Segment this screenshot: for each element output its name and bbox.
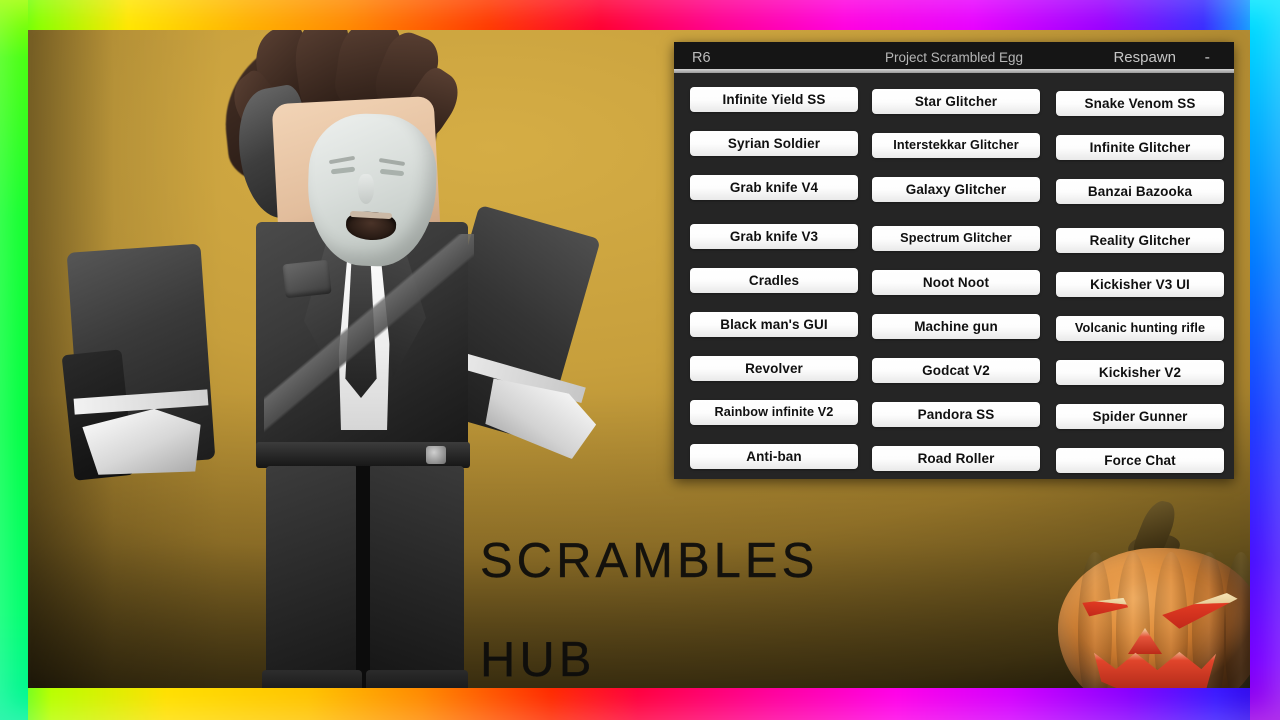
rainbow-border-top <box>0 0 1280 30</box>
script-button-revolver[interactable]: Revolver <box>690 356 858 381</box>
script-button-machine-gun[interactable]: Machine gun <box>872 314 1040 339</box>
minimize-button[interactable]: - <box>1205 49 1210 65</box>
window-title: Project Scrambled Egg <box>884 50 1024 65</box>
script-button-cradles[interactable]: Cradles <box>690 268 858 293</box>
script-button-kickisher-v3-ui[interactable]: Kickisher V3 UI <box>1056 272 1224 297</box>
script-button-grid: Infinite Yield SS Syrian Soldier Grab kn… <box>674 73 1234 479</box>
script-hub-window[interactable]: R6 Project Scrambled Egg Respawn - Infin… <box>674 42 1234 479</box>
script-button-interstekkar-glitcher[interactable]: Interstekkar Glitcher <box>872 133 1040 158</box>
window-titlebar: R6 Project Scrambled Egg Respawn - <box>674 42 1234 73</box>
respawn-button[interactable]: Respawn <box>1113 49 1176 66</box>
video-title-overlay: Scrambles Hub <box>480 504 818 690</box>
script-button-spider-gunner[interactable]: Spider Gunner <box>1056 404 1224 429</box>
rainbow-border-left <box>0 0 28 720</box>
script-button-black-mans-gui[interactable]: Black man's GUI <box>690 312 858 337</box>
script-button-pandora-ss[interactable]: Pandora SS <box>872 402 1040 427</box>
title-line-hub: Hub <box>480 613 596 690</box>
avatar-left-shoe <box>262 670 362 690</box>
script-button-spectrum-glitcher[interactable]: Spectrum Glitcher <box>872 226 1040 251</box>
avatar-sash-pouch <box>282 259 332 299</box>
title-line-scrambles: Scrambles <box>480 514 819 592</box>
script-button-godcat-v2[interactable]: Godcat V2 <box>872 358 1040 383</box>
script-column-1: Infinite Yield SS Syrian Soldier Grab kn… <box>690 87 858 488</box>
avatar-left-leg <box>266 466 358 690</box>
script-button-infinite-glitcher[interactable]: Infinite Glitcher <box>1056 135 1224 160</box>
script-button-grab-knife-v4[interactable]: Grab knife V4 <box>690 175 858 200</box>
script-button-galaxy-glitcher[interactable]: Galaxy Glitcher <box>872 177 1040 202</box>
avatar-belt-buckle <box>426 446 446 464</box>
script-column-2: Star Glitcher Interstekkar Glitcher Gala… <box>872 89 1040 490</box>
script-button-volcanic-hunting-rifle[interactable]: Volcanic hunting rifle <box>1056 316 1224 341</box>
avatar-leg-gap <box>356 466 370 690</box>
rig-type-label: R6 <box>692 49 711 66</box>
script-button-rainbow-infinite-v2[interactable]: Rainbow infinite V2 <box>690 400 858 425</box>
script-column-3: Snake Venom SS Infinite Glitcher Banzai … <box>1056 91 1224 492</box>
script-button-banzai-bazooka[interactable]: Banzai Bazooka <box>1056 179 1224 204</box>
script-button-infinite-yield-ss[interactable]: Infinite Yield SS <box>690 87 858 112</box>
screenshot-stage: Scrambles Hub R6 Project Scrambled Egg R… <box>0 0 1280 720</box>
script-button-force-chat[interactable]: Force Chat <box>1056 448 1224 473</box>
script-button-grab-knife-v3[interactable]: Grab knife V3 <box>690 224 858 249</box>
script-button-noot-noot[interactable]: Noot Noot <box>872 270 1040 295</box>
script-button-road-roller[interactable]: Road Roller <box>872 446 1040 471</box>
script-button-star-glitcher[interactable]: Star Glitcher <box>872 89 1040 114</box>
script-button-syrian-soldier[interactable]: Syrian Soldier <box>690 131 858 156</box>
rainbow-border-bottom <box>0 688 1280 720</box>
script-button-snake-venom-ss[interactable]: Snake Venom SS <box>1056 91 1224 116</box>
avatar-nose <box>358 174 374 204</box>
script-button-kickisher-v2[interactable]: Kickisher V2 <box>1056 360 1224 385</box>
jack-o-lantern-icon <box>1054 498 1250 690</box>
script-button-reality-glitcher[interactable]: Reality Glitcher <box>1056 228 1224 253</box>
avatar-right-shoe <box>366 670 468 690</box>
script-button-anti-ban[interactable]: Anti-ban <box>690 444 858 469</box>
avatar-right-leg <box>368 466 464 690</box>
rainbow-border-right <box>1250 0 1280 720</box>
